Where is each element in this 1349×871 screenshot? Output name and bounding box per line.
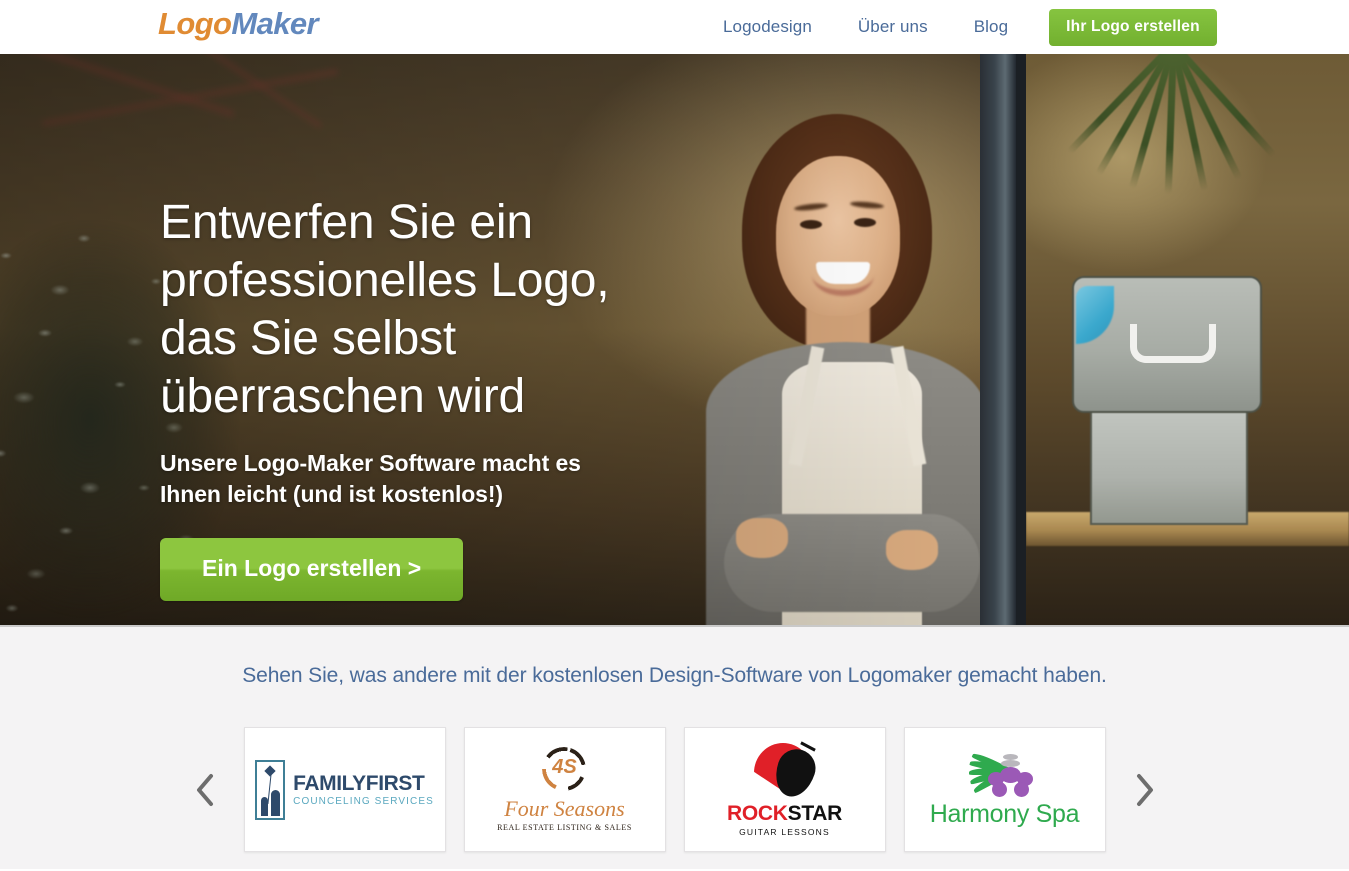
hero-subheadline: Unsere Logo-Maker Software macht es Ihne… <box>160 448 700 510</box>
four-seasons-monogram: 4S <box>552 756 577 778</box>
header-create-logo-button[interactable]: Ihr Logo erstellen <box>1049 8 1217 46</box>
hero-subheadline-line: Ihnen leicht (und ist kostenlos!) <box>160 481 503 507</box>
carousel-prev-arrow-icon[interactable] <box>184 760 226 820</box>
logo-card-rock-star[interactable]: ROCKSTAR GUITAR LESSONS <box>683 727 886 852</box>
hero-create-logo-button[interactable]: Ein Logo erstellen > <box>160 538 464 601</box>
four-seasons-tagline: REAL ESTATE LISTING & SALES <box>497 823 632 832</box>
hero-headline-line: das Sie selbst <box>160 312 457 365</box>
four-seasons-name: Four Seasons <box>504 796 625 821</box>
logo-text-logo: Logo <box>158 6 232 41</box>
rock-star-name-rock: ROCK <box>726 801 788 825</box>
flower-stones-icon <box>967 750 1041 800</box>
four-seasons-logo: 4S Four Seasons REAL ESTATE LISTING & SA… <box>497 747 632 832</box>
harmony-spa-name: Harmony Spa <box>929 800 1080 828</box>
family-first-name: FAMILYFIRST <box>293 771 425 795</box>
logo-card-family-first[interactable]: FAMILYFIRST COUNCELING SERVICES <box>243 727 446 852</box>
hero-headline-line: überraschen wird <box>160 370 525 423</box>
main-navigation: Logodesign Über uns Blog Ihr Logo erstel… <box>700 0 1217 54</box>
showcase-section: Sehen Sie, was andere mit der kostenlose… <box>0 627 1349 869</box>
hero-headline: Entwerfen Sie ein professionelles Logo, … <box>160 54 700 426</box>
nav-link-blog[interactable]: Blog <box>951 17 1031 37</box>
hero-section: Entwerfen Sie ein professionelles Logo, … <box>0 54 1349 627</box>
logo-card-harmony-spa[interactable]: Harmony Spa <box>903 727 1106 852</box>
rock-star-tagline: GUITAR LESSONS <box>739 826 830 837</box>
hero-headline-line: Entwerfen Sie ein <box>160 196 533 249</box>
harmony-spa-logo: Harmony Spa <box>929 750 1080 828</box>
kite-frame-icon <box>255 759 286 820</box>
family-first-tagline: COUNCELING SERVICES <box>293 795 434 807</box>
logo-text-maker: Maker <box>231 6 318 41</box>
carousel-next-arrow-icon[interactable] <box>1124 760 1166 820</box>
nav-link-logodesign[interactable]: Logodesign <box>700 17 835 37</box>
logo-card-four-seasons[interactable]: 4S Four Seasons REAL ESTATE LISTING & SA… <box>463 727 666 852</box>
hero-content: Entwerfen Sie ein professionelles Logo, … <box>160 54 700 601</box>
nav-link-ueber-uns[interactable]: Über uns <box>835 17 951 37</box>
guitar-pick-icon <box>753 741 820 802</box>
showcase-heading: Sehen Sie, was andere mit der kostenlose… <box>242 664 1107 687</box>
logo-carousel: FAMILYFIRST COUNCELING SERVICES 4S Four … <box>0 727 1349 852</box>
site-header: LogoMaker Logodesign Über uns Blog Ihr L… <box>0 0 1349 54</box>
hero-headline-line: professionelles Logo, <box>160 254 610 307</box>
rock-star-logo: ROCKSTAR GUITAR LESSONS <box>726 741 843 837</box>
hero-subheadline-line: Unsere Logo-Maker Software macht es <box>160 450 581 476</box>
site-logo[interactable]: LogoMaker <box>158 6 319 42</box>
family-first-logo: FAMILYFIRST COUNCELING SERVICES <box>255 759 434 820</box>
rock-star-name-star: STAR <box>787 801 843 825</box>
